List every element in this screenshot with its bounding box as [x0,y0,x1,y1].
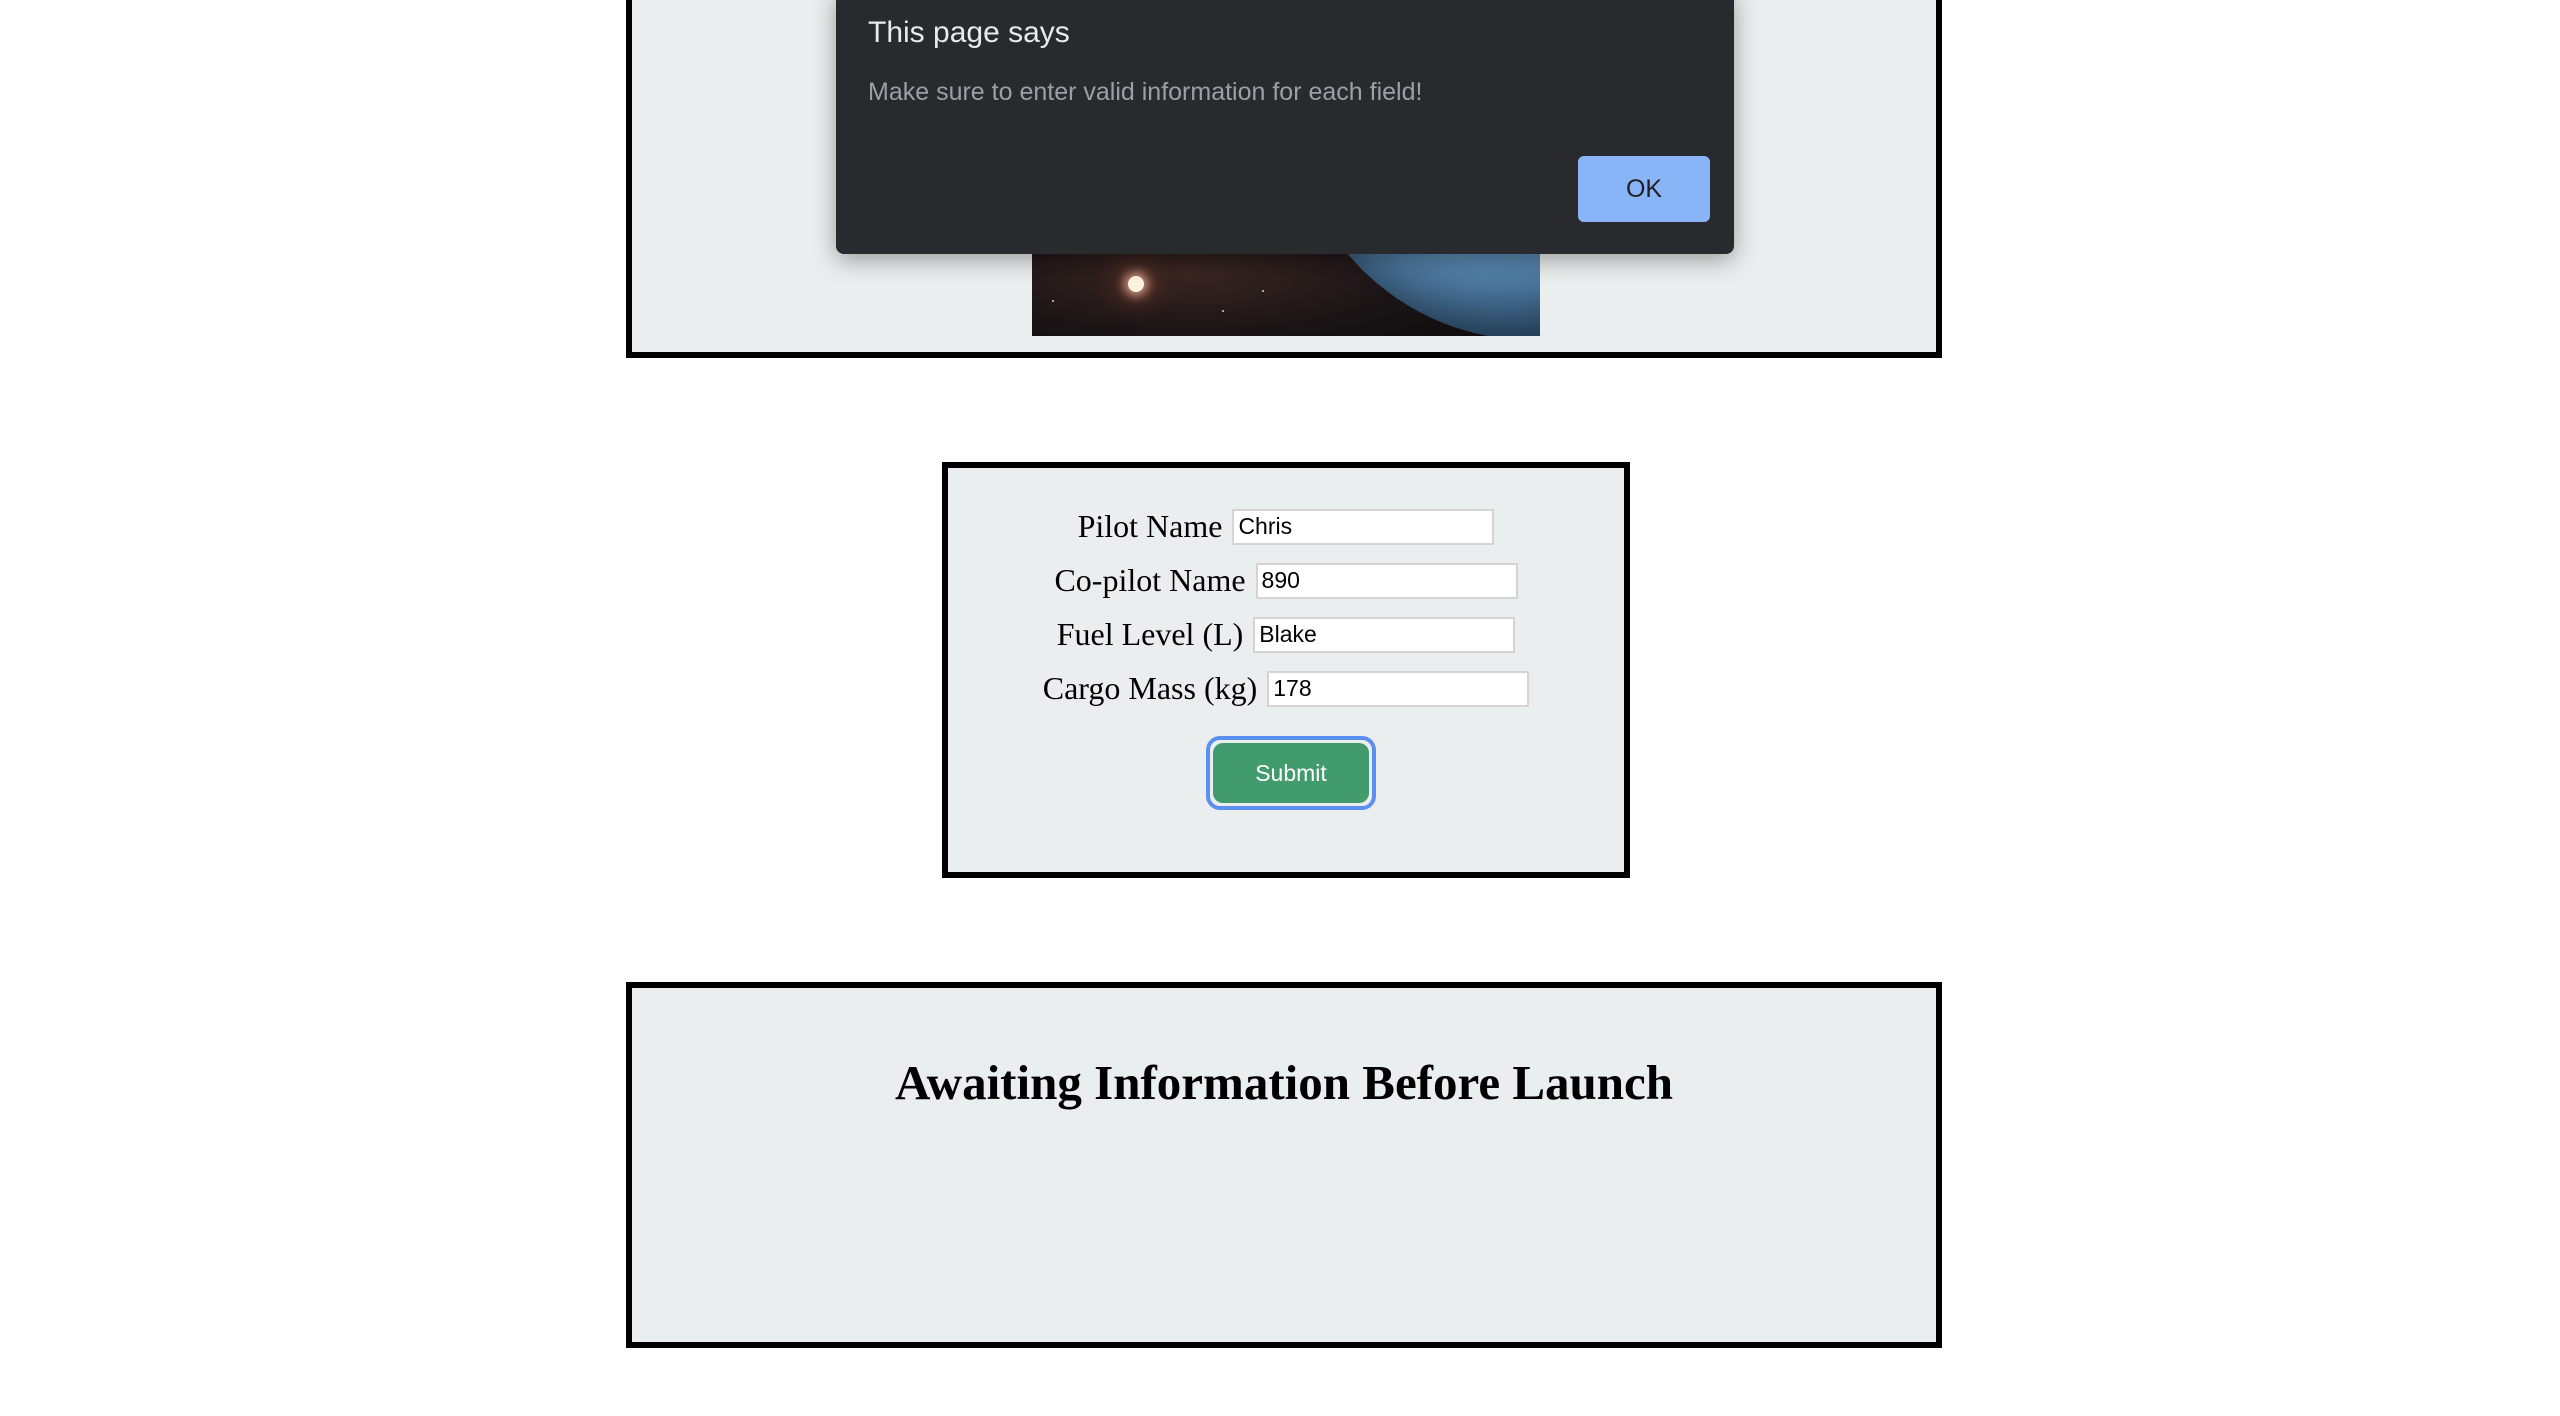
launch-status-title: Awaiting Information Before Launch [894,1055,1674,1110]
dialog-title: This page says [868,16,1070,49]
launch-form: Pilot Name Co-pilot Name Fuel Level (L) … [942,462,1630,878]
alert-dialog: This page says Make sure to enter valid … [836,0,1734,254]
pilot-name-label: Pilot Name [1077,508,1223,544]
cargo-row: Cargo Mass (kg) [948,670,1624,707]
launch-status-panel: Awaiting Information Before Launch [626,982,1942,1348]
copilot-name-input[interactable] [1255,562,1518,599]
fuel-level-label: Fuel Level (L) [1056,616,1244,652]
ok-button[interactable]: OK [1578,156,1710,222]
copilot-row: Co-pilot Name [948,562,1624,599]
cargo-mass-input[interactable] [1267,670,1530,707]
fuel-level-input[interactable] [1253,616,1516,653]
star-dot [1052,300,1054,302]
star-dot [1262,290,1264,292]
page: Pilot Name Co-pilot Name Fuel Level (L) … [0,0,2560,1416]
submit-button[interactable]: Submit [1213,743,1369,803]
copilot-name-label: Co-pilot Name [1054,562,1246,598]
submit-focus-ring: Submit [1206,736,1376,810]
dialog-message: Make sure to enter valid information for… [868,78,1423,106]
star-dot [1222,310,1224,312]
pilot-row: Pilot Name [948,508,1624,545]
fuel-row: Fuel Level (L) [948,616,1624,653]
star-glow [1128,276,1144,292]
pilot-name-input[interactable] [1232,508,1495,545]
cargo-mass-label: Cargo Mass (kg) [1042,670,1258,706]
